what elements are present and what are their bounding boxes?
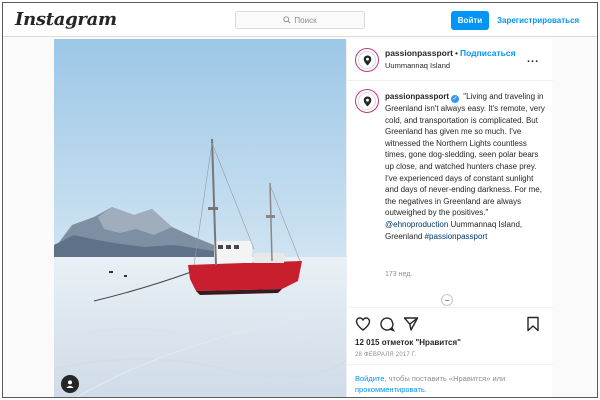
top-navbar: Instagram Поиск Войти Зарегистрироваться	[3, 3, 597, 37]
login-prompt-end: .	[424, 385, 427, 394]
login-prompt-text: , чтобы поставить «Нравится» или	[384, 374, 506, 383]
post-location[interactable]: Uummannaq Island	[385, 61, 450, 70]
location-pin-icon	[363, 55, 371, 65]
share-icon[interactable]	[403, 316, 419, 332]
login-to-interact-prompt: Войдите, чтобы поставить «Нравится» или …	[347, 364, 553, 397]
separator-dot: •	[455, 48, 459, 58]
bookmark-icon[interactable]	[525, 316, 541, 332]
search-icon	[283, 16, 291, 24]
comments-area: passionpassport ✓ "Living and traveling i…	[347, 81, 553, 329]
browser-viewport: Instagram Поиск Войти Зарегистрироваться	[2, 2, 598, 398]
post-details-panel: passionpassport • Подписаться Uummannaq Is…	[346, 39, 553, 397]
ship-in-ice-image	[54, 39, 346, 397]
caption-username[interactable]: passionpassport	[385, 92, 449, 101]
author-username[interactable]: passionpassport	[385, 48, 453, 58]
verified-badge-icon: ✓	[451, 95, 460, 103]
mention-link[interactable]: @ehnoproduction	[385, 220, 448, 229]
post-photo[interactable]	[54, 39, 346, 397]
user-icon	[66, 380, 74, 388]
instagram-logo[interactable]: Instagram	[15, 9, 117, 30]
search-input[interactable]: Поиск	[235, 11, 365, 29]
location-pin-icon	[363, 96, 371, 106]
tagged-user-button[interactable]	[61, 375, 79, 393]
author-avatar[interactable]	[355, 48, 379, 72]
login-button[interactable]: Войти	[451, 11, 489, 30]
login-link[interactable]: Войдите	[355, 374, 384, 383]
likes-count[interactable]: 12 015 отметок "Нравится"	[355, 338, 461, 347]
more-options-icon[interactable]: ...	[527, 53, 539, 65]
signup-link[interactable]: Зарегистрироваться	[497, 11, 579, 30]
post-caption: passionpassport ✓ "Living and traveling i…	[385, 91, 545, 242]
post-author: passionpassport • Подписаться	[385, 48, 516, 58]
hashtag-link[interactable]: #passionpassport	[425, 232, 488, 241]
search-placeholder: Поиск	[294, 15, 317, 25]
load-more-comments-icon[interactable]	[441, 294, 453, 306]
post-date: 28 ФЕВРАЛЯ 2017 Г.	[355, 352, 417, 358]
caption-text: "Living and traveling in Greenland isn't…	[385, 92, 545, 218]
post-actions	[347, 307, 553, 335]
comment-icon[interactable]	[379, 316, 395, 332]
post-header: passionpassport • Подписаться Uummannaq Is…	[347, 39, 553, 81]
caption-avatar[interactable]	[355, 89, 379, 113]
caption-timestamp: 173 нед.	[385, 271, 413, 278]
follow-button[interactable]: Подписаться	[460, 48, 516, 58]
heart-icon[interactable]	[355, 316, 371, 332]
comment-login-link[interactable]: прокомментировать	[355, 385, 425, 394]
